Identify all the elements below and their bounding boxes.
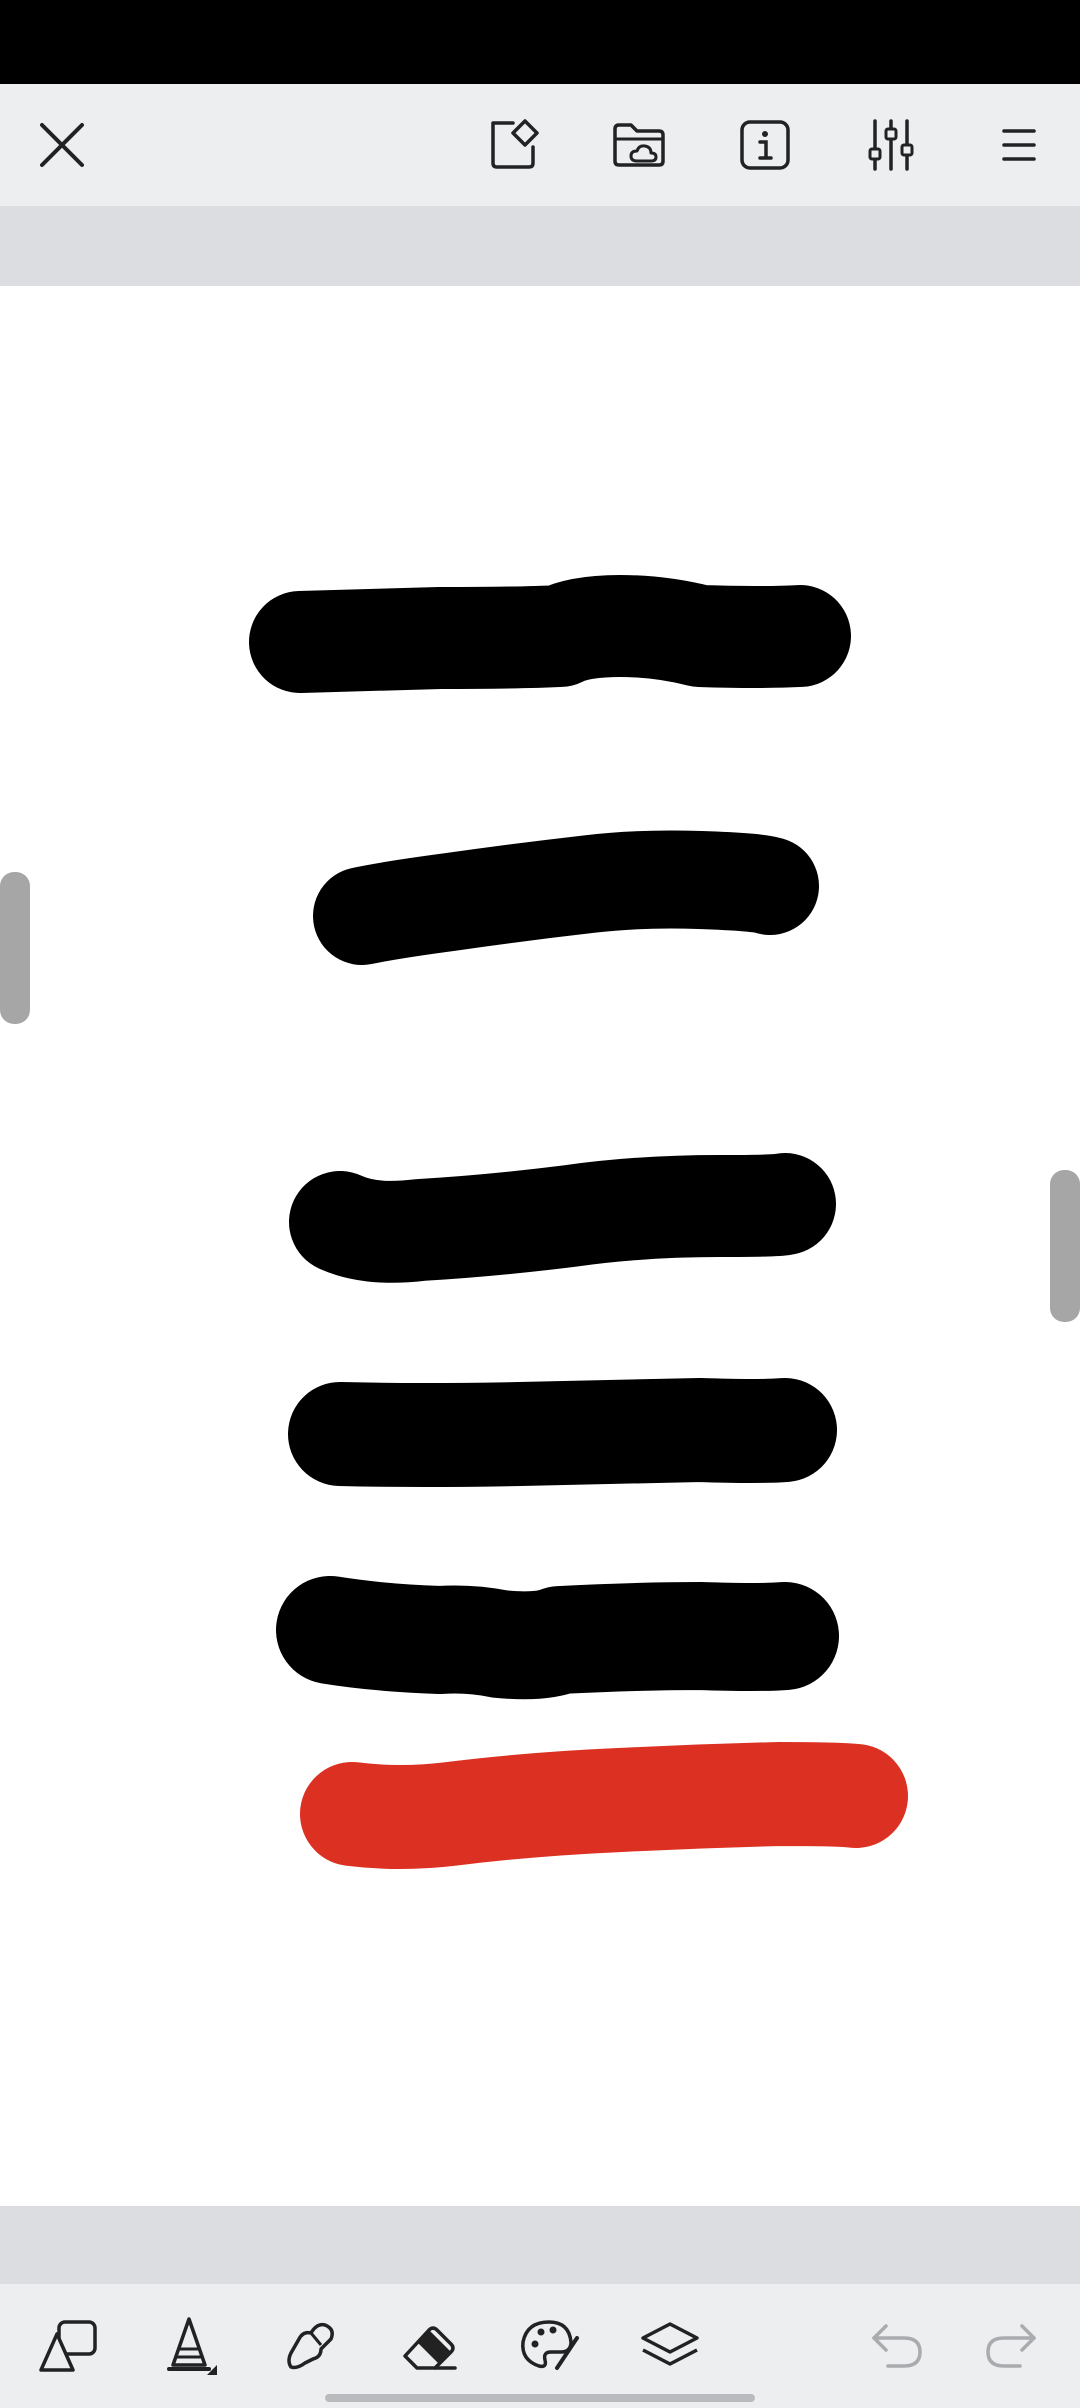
palette-button[interactable]	[495, 2284, 605, 2408]
brush-stroke	[289, 1153, 836, 1283]
smudge-icon	[287, 2322, 334, 2370]
pen-tool-icon	[167, 2317, 217, 2375]
status-bar	[0, 0, 1080, 84]
edit-page-icon	[491, 119, 539, 169]
drawing-canvas[interactable]	[0, 286, 1080, 2206]
brush-stroke	[276, 1576, 839, 1700]
brush-stroke	[313, 830, 819, 965]
cloud-folder-button[interactable]	[589, 84, 689, 206]
layers-button[interactable]	[615, 2284, 725, 2408]
bottom-toolbar	[0, 2284, 1080, 2408]
smudge-button[interactable]	[255, 2284, 365, 2408]
redo-icon	[986, 2324, 1036, 2368]
palette-icon	[521, 2320, 579, 2370]
info-button[interactable]	[715, 84, 815, 206]
undo-button[interactable]	[843, 2284, 953, 2408]
menu-button[interactable]	[968, 84, 1068, 206]
info-icon	[740, 120, 790, 170]
top-canvas-margin	[0, 206, 1080, 286]
eraser-icon	[403, 2326, 457, 2370]
close-button[interactable]	[12, 84, 112, 206]
top-toolbar	[0, 84, 1080, 206]
shapes-button[interactable]	[15, 2284, 125, 2408]
brush-stroke	[300, 1742, 908, 1869]
canvas-strokes	[249, 575, 908, 1869]
right-scroll-handle[interactable]	[1050, 1170, 1080, 1322]
brush-stroke	[249, 575, 851, 693]
redo-button[interactable]	[955, 2284, 1065, 2408]
layers-icon	[641, 2322, 699, 2366]
sliders-icon	[868, 119, 914, 171]
edit-page-button[interactable]	[463, 84, 563, 206]
pen-tool-button[interactable]	[135, 2284, 245, 2408]
shapes-icon	[39, 2320, 97, 2372]
left-scroll-handle[interactable]	[0, 872, 30, 1024]
undo-icon	[872, 2324, 922, 2368]
brush-stroke	[288, 1378, 837, 1487]
menu-icon	[1002, 129, 1036, 161]
close-icon	[40, 123, 84, 167]
eraser-button[interactable]	[375, 2284, 485, 2408]
settings-sliders-button[interactable]	[841, 84, 941, 206]
cloud-folder-icon	[613, 123, 665, 167]
home-indicator[interactable]	[325, 2394, 755, 2402]
bottom-canvas-margin	[0, 2206, 1080, 2284]
